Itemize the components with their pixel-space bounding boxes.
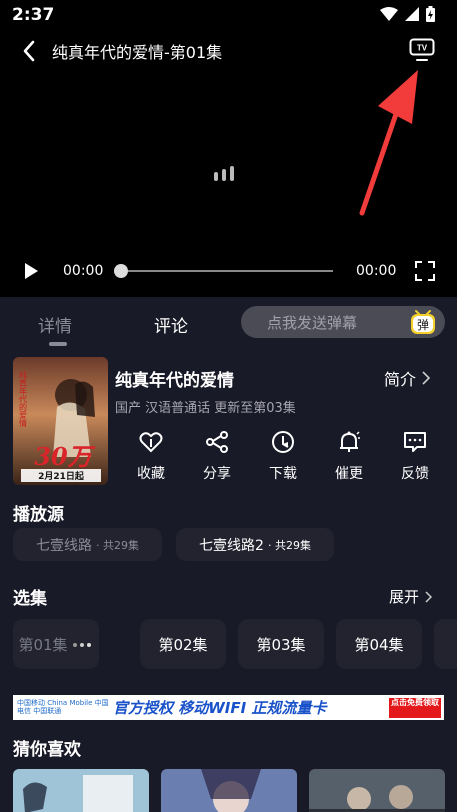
download-label: 下载 (269, 466, 297, 482)
tv-icon-text: TV (417, 44, 428, 53)
share-button[interactable]: 分享 (184, 430, 250, 483)
episode-button[interactable] (434, 619, 457, 669)
download-icon (272, 431, 294, 453)
recommend-thumbnail[interactable] (161, 769, 297, 812)
danmu-placeholder: 点我发送弹幕 (267, 314, 358, 332)
poster-date-text: 2月21日起 (38, 470, 85, 482)
status-icons (380, 6, 435, 22)
poster-big-text: 30万 (34, 442, 95, 471)
share-icon (206, 431, 228, 453)
favorite-button[interactable]: 收藏 (118, 430, 184, 483)
source-chip[interactable]: 七壹线路2 · 共29集 (176, 528, 334, 561)
remind-label: 催更 (335, 466, 363, 482)
loading-indicator (214, 166, 234, 181)
ad-slogan: 官方授权 移动WIFI 正规流量卡 (113, 699, 327, 717)
episode-button[interactable]: 第04集 (336, 619, 422, 669)
wifi-icon (380, 7, 398, 21)
fullscreen-icon[interactable] (415, 261, 435, 281)
episode-label: 第04集 (354, 635, 404, 654)
favorite-label: 收藏 (137, 466, 165, 482)
share-label: 分享 (203, 466, 231, 482)
sources-title: 播放源 (13, 505, 64, 525)
episode-label: 第02集 (158, 635, 208, 654)
ad-cta-button[interactable]: 点击免费领取 (389, 697, 441, 718)
feedback-label: 反馈 (401, 466, 429, 482)
recommend-thumbnail[interactable] (13, 769, 149, 812)
video-player[interactable]: 纯真年代的爱情-第01集 TV 00:00 00:00 (0, 32, 457, 297)
feedback-icon (404, 432, 426, 452)
status-bar: 2:37 (0, 0, 457, 32)
tab-indicator (49, 342, 67, 346)
recommend-thumbnail[interactable] (309, 769, 445, 812)
source-chip[interactable]: 七壹线路 · 共29集 (13, 528, 162, 561)
episodes-title: 选集 (13, 589, 47, 609)
progress-knob[interactable] (114, 264, 128, 278)
chevron-right-icon (422, 371, 431, 385)
show-meta: 国产 汉语普通话 更新至第03集 (115, 401, 296, 416)
back-arrow-icon[interactable] (18, 39, 42, 63)
battery-icon (426, 6, 435, 22)
tab-comment[interactable]: 评论 (154, 312, 188, 337)
source-count: · 共29集 (267, 538, 311, 552)
video-title: 纯真年代的爱情-第01集 (52, 43, 223, 62)
playing-indicator-icon (72, 643, 91, 647)
status-time: 2:37 (12, 5, 55, 25)
danmu-input[interactable]: 点我发送弹幕 弹 (241, 306, 445, 338)
episode-button[interactable]: 第03集 (238, 619, 324, 669)
source-name: 七壹线路2 (199, 537, 264, 554)
chevron-right-icon (425, 590, 433, 603)
episode-label: 第03集 (256, 635, 306, 654)
source-count: · 共29集 (96, 538, 139, 552)
download-button[interactable]: 下载 (250, 430, 316, 483)
current-time: 00:00 (63, 263, 104, 279)
tv-cast-icon[interactable]: TV (409, 38, 435, 62)
carrier-logos: 中国移动 China Mobile 中国电信 中国联通 (17, 698, 109, 715)
red-arrow-annotation (359, 70, 418, 216)
detail-panel: 详情 评论 点我发送弹幕 弹 纯真年代的爱情 30万 2月21日起 纯真年代的爱… (0, 297, 457, 812)
episode-button[interactable]: 第01集 (13, 619, 99, 669)
source-name: 七壹线路 (36, 537, 92, 554)
danmu-button-text: 弹 (417, 318, 429, 332)
bell-icon (340, 431, 360, 452)
recommend-title: 猜你喜欢 (13, 740, 81, 760)
intro-link[interactable]: 简介 (384, 366, 431, 390)
expand-label: 展开 (389, 588, 420, 606)
expand-button[interactable]: 展开 (389, 586, 433, 607)
action-bar: 收藏 分享 下载 催更 反馈 (118, 430, 448, 483)
remind-button[interactable]: 催更 (316, 430, 382, 483)
danmu-send-icon[interactable]: 弹 (409, 309, 437, 335)
total-time: 00:00 (356, 263, 397, 279)
heart-icon (139, 432, 163, 453)
episode-label: 第01集 (18, 635, 68, 654)
tab-detail[interactable]: 详情 (38, 312, 72, 337)
progress-track[interactable] (121, 270, 333, 272)
signal-icon (405, 7, 419, 21)
episode-button[interactable]: 第02集 (140, 619, 226, 669)
poster-side-text: 纯真年代的爱情 (19, 370, 28, 428)
ad-banner[interactable]: 中国移动 China Mobile 中国电信 中国联通 官方授权 移动WIFI … (13, 695, 444, 720)
play-icon[interactable] (22, 262, 40, 280)
feedback-button[interactable]: 反馈 (382, 430, 448, 483)
intro-label: 简介 (384, 370, 417, 389)
show-poster[interactable]: 纯真年代的爱情 30万 2月21日起 (13, 357, 108, 485)
show-title: 纯真年代的爱情 (115, 371, 234, 391)
